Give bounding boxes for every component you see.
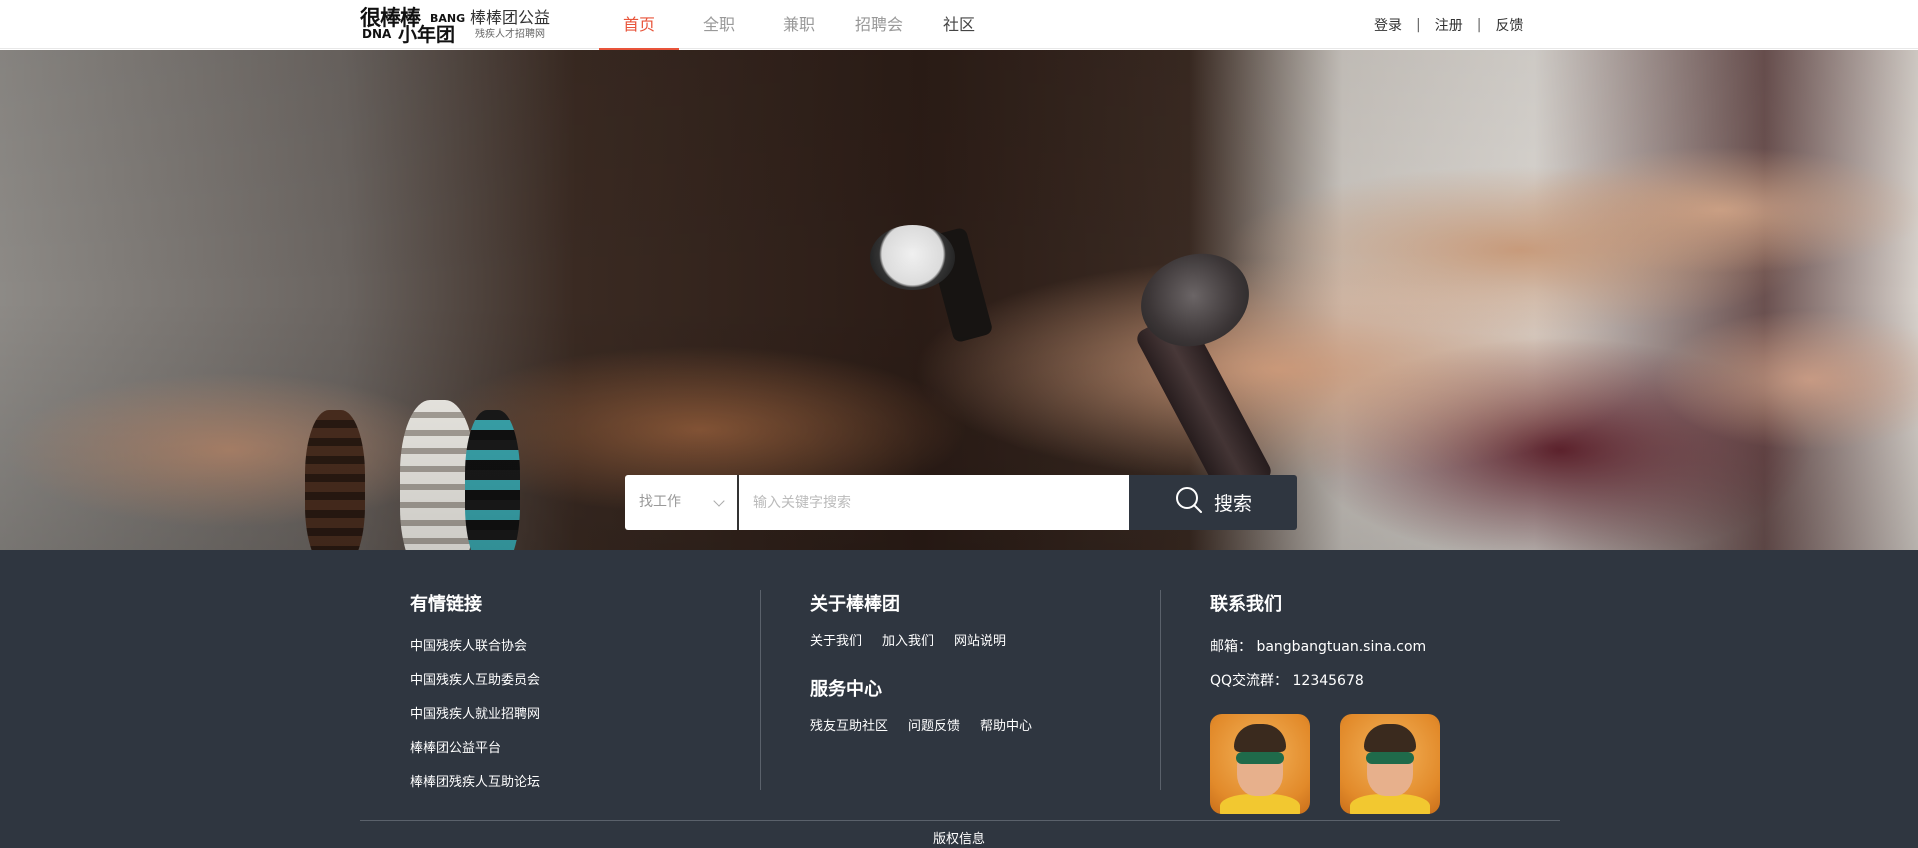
friend-links-section: 有情链接 中国残疾人联合协会 中国残疾人互助委员会 中国残疾人就业招聘网 棒棒团… <box>410 590 540 800</box>
contact-email: 邮箱： bangbangtuan.sina.com <box>1210 630 1440 664</box>
search-icon <box>1174 485 1214 520</box>
qr-images <box>1210 714 1440 814</box>
friend-link[interactable]: 中国残疾人就业招聘网 <box>410 698 540 732</box>
about-us-link[interactable]: 关于我们 <box>810 630 862 649</box>
nav-item-job-fair[interactable]: 招聘会 <box>839 0 919 49</box>
contact-title: 联系我们 <box>1210 594 1282 615</box>
help-center-link[interactable]: 帮助中心 <box>980 715 1032 734</box>
join-us-link[interactable]: 加入我们 <box>882 630 934 649</box>
friend-link[interactable]: 棒棒团公益平台 <box>410 732 540 766</box>
search-input[interactable] <box>739 475 1129 530</box>
contact-section: 联系我们 邮箱： bangbangtuan.sina.com QQ交流群： 12… <box>1210 590 1440 814</box>
service-title: 服务中心 <box>810 679 882 700</box>
user-links: 登录 | 注册 | 反馈 <box>1374 0 1523 49</box>
register-link[interactable]: 注册 <box>1435 15 1463 35</box>
footer-divider <box>760 590 761 790</box>
logo-mark: 很棒棒 BANG DNA 小年团 <box>360 6 465 46</box>
search-bar: 找工作 搜索 <box>625 475 1297 530</box>
community-link[interactable]: 残友互助社区 <box>810 715 888 734</box>
main-nav: 首页 全职 兼职 招聘会 社区 <box>599 0 999 50</box>
qr-code-image <box>1210 714 1310 814</box>
email-label: 邮箱： <box>1210 639 1252 655</box>
contact-qq: QQ交流群： 12345678 <box>1210 664 1440 698</box>
logo-mark-text-2: 小年团 <box>398 24 456 46</box>
search-button[interactable]: 搜索 <box>1129 475 1297 530</box>
nav-item-fulltime[interactable]: 全职 <box>679 0 759 49</box>
logo-text: 棒棒团公益 残疾人才招聘网 <box>470 8 550 42</box>
site-footer: 有情链接 中国残疾人联合协会 中国残疾人互助委员会 中国残疾人就业招聘网 棒棒团… <box>0 550 1918 848</box>
nav-item-home[interactable]: 首页 <box>599 0 679 50</box>
logo-title: 棒棒团公益 <box>470 8 551 27</box>
site-logo[interactable]: 很棒棒 BANG DNA 小年团 棒棒团公益 残疾人才招聘网 <box>360 5 550 45</box>
friend-links-list: 中国残疾人联合协会 中国残疾人互助委员会 中国残疾人就业招聘网 棒棒团公益平台 … <box>410 630 540 800</box>
top-header: 很棒棒 BANG DNA 小年团 棒棒团公益 残疾人才招聘网 首页 全职 兼职 … <box>0 0 1918 50</box>
feedback-footer-link[interactable]: 问题反馈 <box>908 715 960 734</box>
service-links: 残友互助社区 问题反馈 帮助中心 <box>810 715 1032 734</box>
logo-mark-dna: DNA <box>362 27 392 41</box>
about-links: 关于我们 加入我们 网站说明 <box>810 630 1032 649</box>
separator: | <box>1476 16 1482 33</box>
feedback-link[interactable]: 反馈 <box>1495 15 1523 35</box>
friend-link[interactable]: 棒棒团残疾人互助论坛 <box>410 766 540 800</box>
login-link[interactable]: 登录 <box>1374 15 1402 35</box>
separator: | <box>1416 16 1421 33</box>
search-category-label: 找工作 <box>639 494 681 510</box>
chevron-down-icon <box>713 495 725 507</box>
email-value: bangbangtuan.sina.com <box>1256 639 1427 655</box>
logo-subtitle: 残疾人才招聘网 <box>475 29 545 40</box>
friend-link[interactable]: 中国残疾人联合协会 <box>410 630 540 664</box>
qr-code-image <box>1340 714 1440 814</box>
copyright: 版权信息 <box>932 832 985 847</box>
friend-link[interactable]: 中国残疾人互助委员会 <box>410 664 540 698</box>
footer-bottom-line <box>360 820 1560 821</box>
friend-links-title: 有情链接 <box>410 594 482 615</box>
search-category-select[interactable]: 找工作 <box>625 475 737 530</box>
about-title: 关于棒棒团 <box>810 594 900 615</box>
qq-label: QQ交流群： <box>1210 673 1289 689</box>
nav-item-community[interactable]: 社区 <box>919 0 999 49</box>
qq-value: 12345678 <box>1292 673 1364 689</box>
about-section: 关于棒棒团 关于我们 加入我们 网站说明 服务中心 残友互助社区 问题反馈 帮助… <box>810 590 1032 760</box>
search-button-label: 搜索 <box>1213 493 1252 515</box>
site-info-link[interactable]: 网站说明 <box>954 630 1006 649</box>
nav-item-parttime[interactable]: 兼职 <box>759 0 839 49</box>
footer-divider <box>1160 590 1161 790</box>
